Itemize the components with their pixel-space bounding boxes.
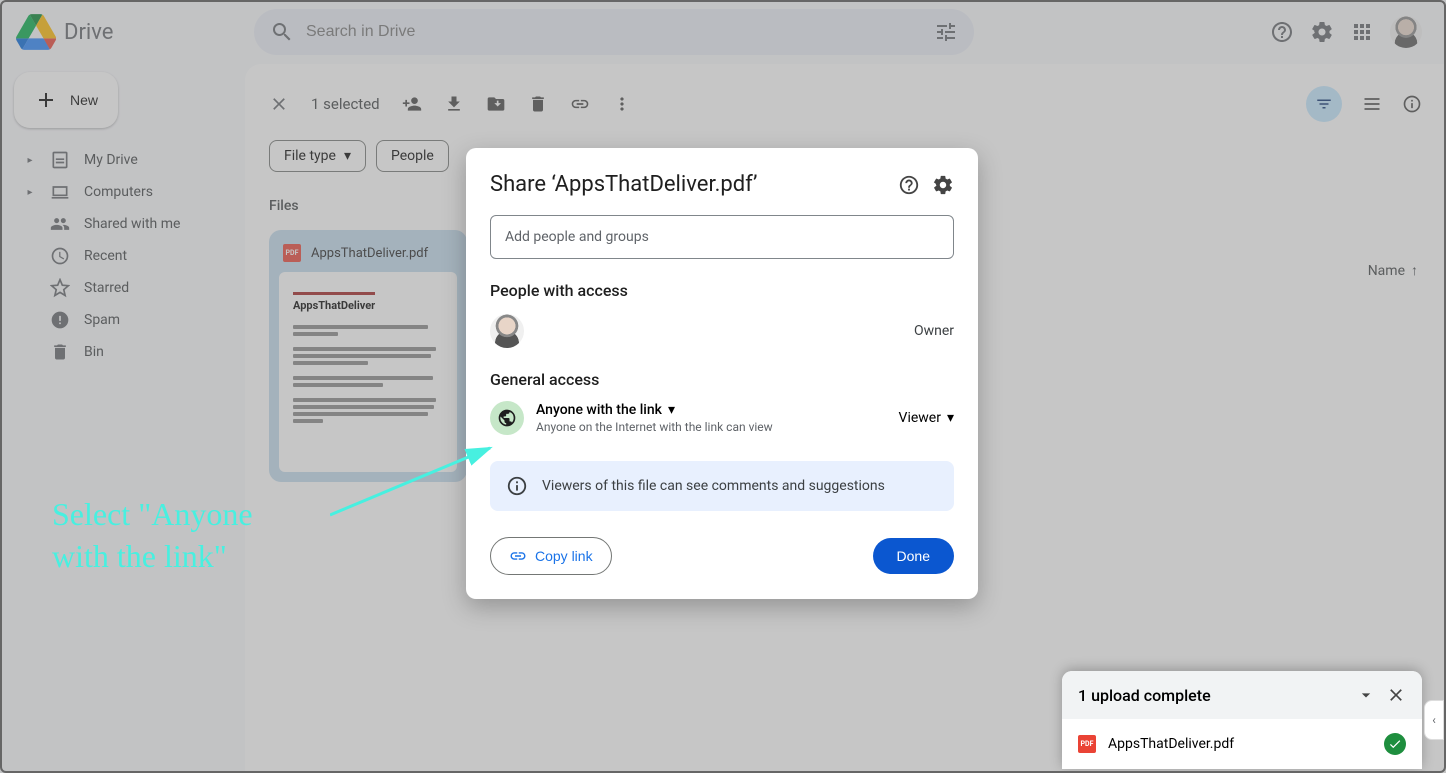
annotation-text: Select "Anyone with the link": [52, 494, 253, 577]
success-check-icon: [1384, 733, 1406, 755]
info-banner: Viewers of this file can see comments an…: [490, 461, 954, 511]
general-access-row: Anyone with the link▾ Anyone on the Inte…: [490, 401, 954, 435]
side-panel-toggle[interactable]: ‹: [1424, 700, 1444, 740]
people-with-access-heading: People with access: [490, 281, 954, 300]
toast-title: 1 upload complete: [1078, 686, 1211, 705]
chevron-down-icon[interactable]: [1356, 685, 1376, 705]
chevron-down-icon: ▾: [947, 410, 954, 426]
owner-label: Owner: [914, 323, 954, 339]
general-access-heading: General access: [490, 370, 954, 389]
role-dropdown[interactable]: Viewer▾: [899, 410, 954, 426]
close-icon[interactable]: [1386, 685, 1406, 705]
toast-row[interactable]: PDF AppsThatDeliver.pdf: [1062, 719, 1422, 769]
general-access-dropdown[interactable]: Anyone with the link▾: [536, 402, 773, 418]
globe-icon: [497, 408, 517, 428]
upload-toast: 1 upload complete PDF AppsThatDeliver.pd…: [1062, 671, 1422, 769]
help-icon[interactable]: [898, 174, 920, 196]
link-icon: [509, 547, 527, 565]
dialog-title: Share ‘AppsThatDeliver.pdf’: [490, 172, 886, 197]
annotation-arrow: [330, 440, 510, 520]
share-dialog: Share ‘AppsThatDeliver.pdf’ Add people a…: [466, 148, 978, 599]
chevron-down-icon: ▾: [668, 402, 675, 418]
globe-badge: [490, 401, 524, 435]
info-banner-text: Viewers of this file can see comments an…: [542, 478, 885, 494]
person-avatar: [490, 314, 524, 348]
add-people-input[interactable]: Add people and groups: [490, 215, 954, 259]
toast-filename: AppsThatDeliver.pdf: [1108, 736, 1234, 752]
pdf-icon: PDF: [1078, 735, 1096, 753]
copy-link-button[interactable]: Copy link: [490, 537, 612, 575]
general-access-desc: Anyone on the Internet with the link can…: [536, 420, 773, 434]
person-row: Owner: [490, 314, 954, 348]
gear-icon[interactable]: [932, 174, 954, 196]
done-button[interactable]: Done: [873, 538, 954, 574]
